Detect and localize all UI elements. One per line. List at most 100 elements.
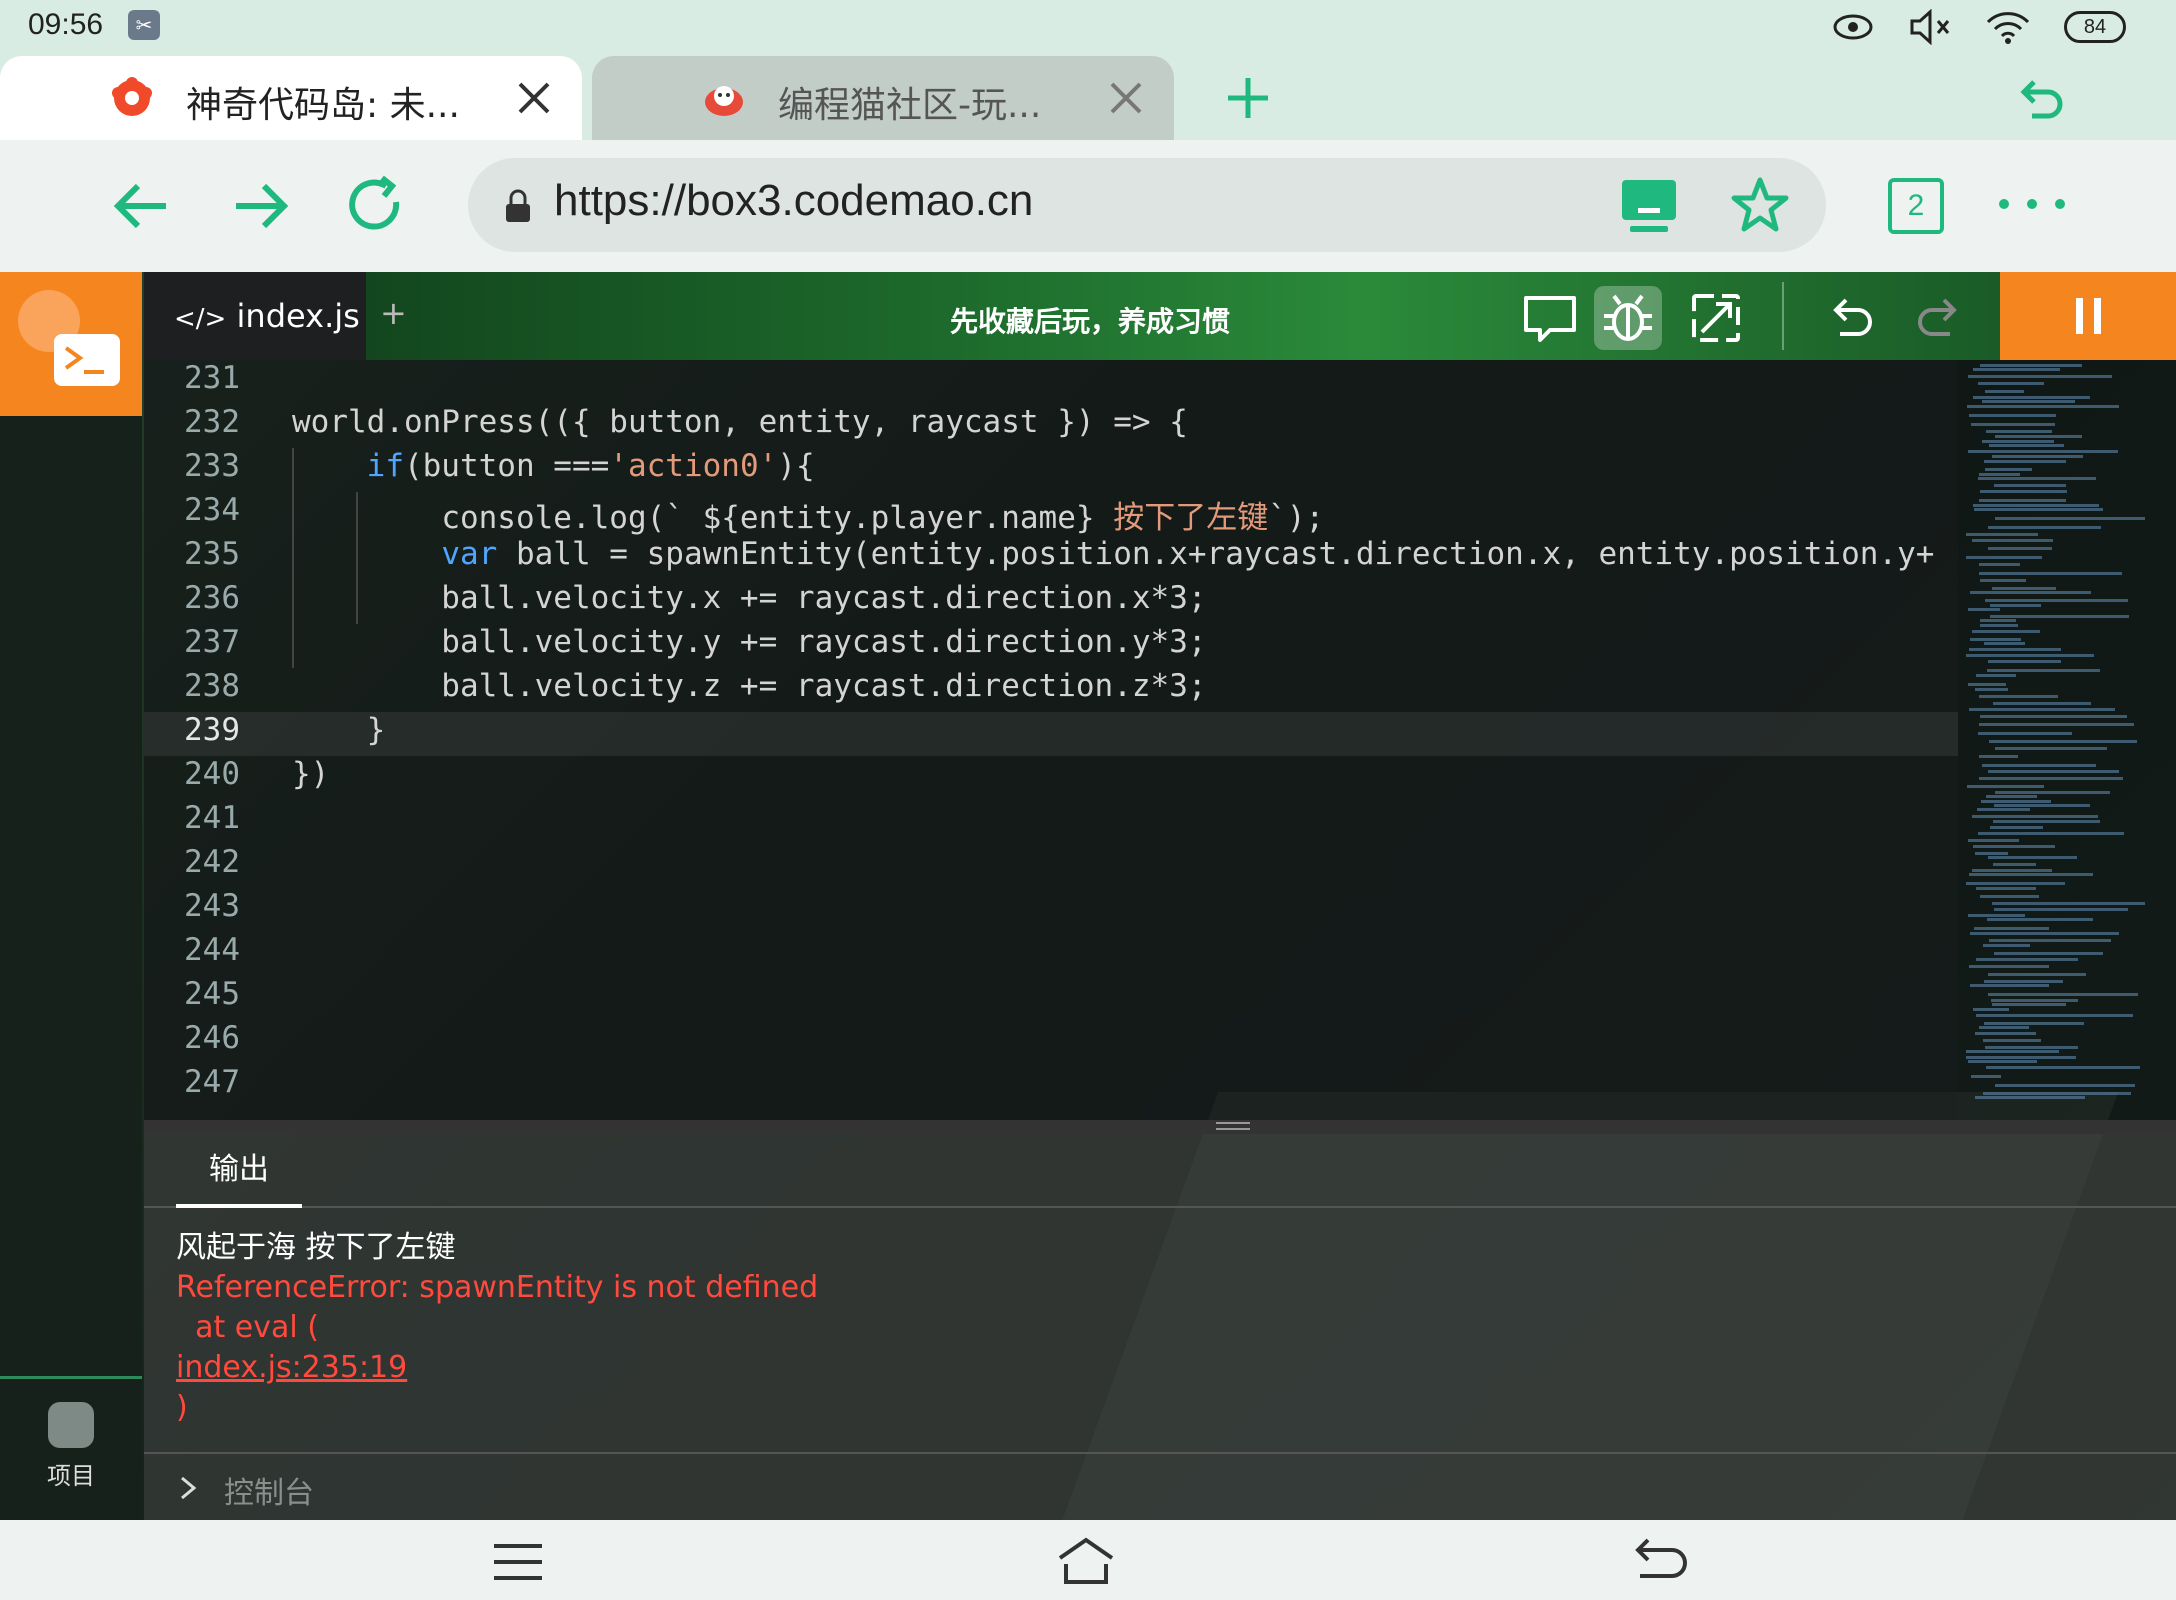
back-arrow-icon[interactable] [108,172,176,240]
minimap-row [1968,608,2000,611]
minimap-row [1979,755,2018,758]
minimap-row [1988,526,2101,529]
minimap-row [1989,740,2137,743]
minimap-row [1990,604,2041,607]
source-location-link[interactable]: index.js:235:19 [176,1350,407,1385]
minimap-row [1987,669,2100,672]
undo-icon[interactable] [1818,286,1886,350]
tab-codemao-island[interactable]: 神奇代码岛: 未... [0,56,582,140]
minimap-row [1975,852,2008,855]
new-tab-icon[interactable] [1222,72,1274,124]
eye-icon [1833,14,1873,40]
minimap-row [1987,918,2093,921]
minimap-row [1969,414,2056,417]
bookmark-star-icon[interactable] [1730,176,1790,234]
code-line: 244 [184,932,240,968]
chevron-right-icon [181,1476,197,1500]
minimap-row [1992,1003,2066,1006]
minimap-row [1969,873,2093,876]
minimap-row [1986,795,2037,798]
code-line: 245 [184,976,240,1012]
panel-resize-handle[interactable] [144,1120,2176,1134]
minimap-row [1972,815,2098,818]
minimap-row [1979,499,2066,502]
minimap-row [1980,364,2082,367]
minimap-row [1985,1046,2078,1049]
script-console-button[interactable] [0,272,142,416]
tab-count-button[interactable]: 2 [1888,178,1944,234]
minimap-row [1973,504,2099,507]
comment-icon[interactable] [1516,286,1584,350]
minimap-row [1983,1039,2041,1042]
minimap-row [1995,747,2107,750]
log-stack-line: at eval ( [176,1310,319,1345]
minimap-row [1979,777,2123,780]
sidebar-item-label: 项目 [47,1462,95,1490]
minimap-row [1974,927,2049,930]
menu-icon[interactable] [488,1536,548,1588]
cube-icon [48,1402,94,1448]
minimap-row [1989,939,2111,942]
debug-bug-icon[interactable] [1594,286,1662,350]
minimap-row [1985,468,2032,471]
minimap-row [1980,490,2067,493]
minimap-row [1992,902,2145,905]
reload-icon[interactable] [342,172,410,240]
code-line: 231 [184,360,240,396]
code-editor[interactable]: 231 232 world.onPress(({ button, entity, … [144,360,2176,1120]
url-text[interactable]: https://box3.codemao.cn [554,176,1033,226]
minimap-row [1966,533,2038,536]
minimap-row [1988,660,2061,663]
editor-header: </> index.js + 先收藏后玩，养成习惯 [144,272,2176,360]
code-line: 236 ball.velocity.x += raycast.direction… [184,580,1207,616]
minimap-row [1968,839,2019,842]
minimap-row [1982,764,2096,767]
home-icon[interactable] [1056,1536,1116,1588]
left-sidebar: 项目 [0,272,142,1520]
code-icon: </> [174,304,227,334]
minimap-row [1994,908,2128,911]
add-file-button[interactable]: + [380,294,407,332]
cat-logo-icon [705,86,743,116]
minimap-row [1984,642,2025,645]
sidebar-item-project[interactable]: 项目 [0,1402,142,1502]
minimap-row [1969,648,2061,651]
close-icon[interactable] [510,74,558,122]
back-icon[interactable] [1628,1536,1688,1588]
minimap-row [1984,980,2063,983]
forward-arrow-icon[interactable] [226,172,294,240]
url-bar[interactable]: https://box3.codemao.cn [468,158,1826,252]
minimap-row [1967,405,2119,408]
battery-indicator: 84 [2064,11,2126,43]
minimap-row [1978,477,2096,480]
log-close-paren: ) [176,1390,188,1425]
pause-button[interactable] [2000,272,2176,360]
minimap-row [1980,715,2127,718]
address-toolbar: https://box3.codemao.cn 2 [0,140,2176,272]
minimap-row [1979,563,2020,566]
minimap-row [1985,599,2128,602]
tab-codemao-community[interactable]: 编程猫社区-玩... [592,56,1174,140]
desktop-mode-icon[interactable] [1620,178,1678,234]
code-line: 234 console.log(` ${entity.player.name} … [184,492,1325,536]
tab-output[interactable]: 输出 [176,1134,302,1208]
minimap-row [1976,887,2036,890]
flower-logo-icon [112,77,152,116]
tab-index-js[interactable]: </> index.js [144,272,366,360]
more-menu-icon[interactable] [1996,184,2068,224]
fullscreen-icon[interactable] [1682,286,1750,350]
minimap-row [1982,400,2075,403]
console-toggle[interactable]: 控制台 [144,1452,2176,1520]
minimap-row [1966,654,2094,657]
output-panel: 输出 风起于海 按下了左键 ReferenceError: spawnEntit… [144,1134,2176,1520]
minimap-row [1980,895,2039,898]
minimap-row [1969,708,2115,711]
close-icon[interactable] [1102,74,1150,122]
code-line: 247 [184,1064,240,1100]
file-tab-label: index.js [236,297,360,335]
undo-close-tab-icon[interactable] [2012,72,2068,128]
redo-icon[interactable] [1904,286,1972,350]
minimap-row [1975,688,2008,691]
code-minimap[interactable] [1958,360,2176,1120]
code-line: 240}) [184,756,330,792]
